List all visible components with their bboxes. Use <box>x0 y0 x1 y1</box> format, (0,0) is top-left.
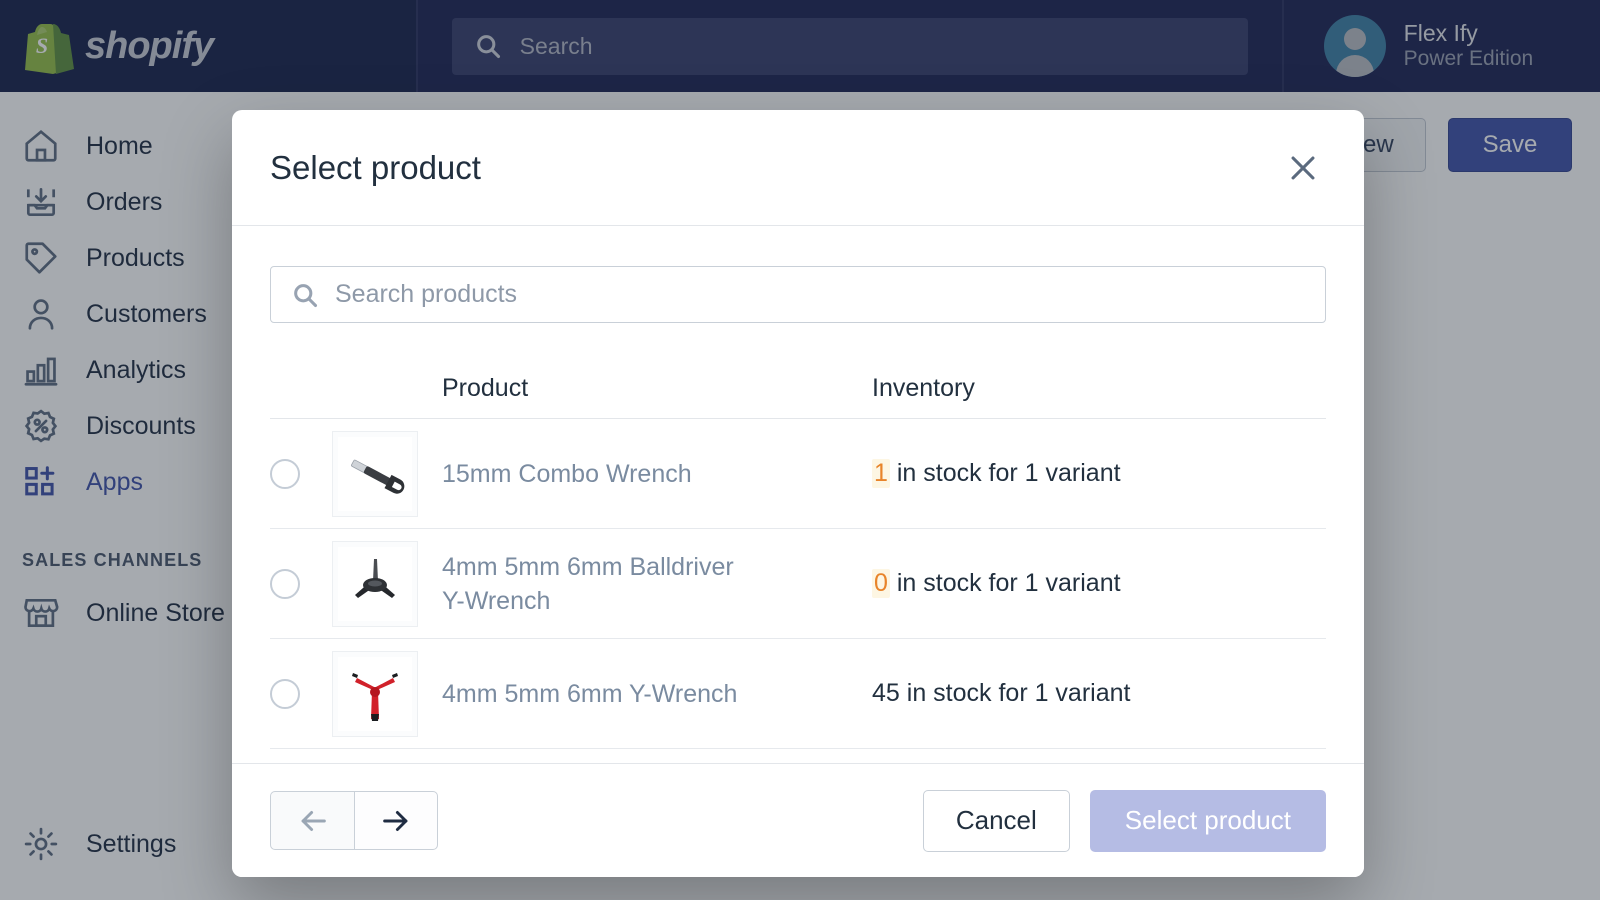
close-button[interactable] <box>1280 145 1326 191</box>
product-thumbnail <box>332 430 418 517</box>
select-product-modal: Select product Search products Product I… <box>232 110 1364 877</box>
inventory-count: 45 <box>872 679 900 707</box>
product-name[interactable]: 15mm Combo Wrench <box>442 457 742 491</box>
product-radio[interactable] <box>270 458 300 489</box>
product-thumbnail <box>332 540 418 627</box>
inventory-count: 0 <box>872 569 890 598</box>
combo-wrench-image <box>338 436 412 511</box>
footer-actions: Cancel Select product <box>922 789 1326 852</box>
inventory-count: 1 <box>872 459 890 488</box>
close-icon <box>1291 156 1315 179</box>
balldriver-y-wrench-image <box>338 546 412 621</box>
search-icon <box>294 283 318 307</box>
pagination <box>270 791 438 850</box>
column-header-product: Product <box>442 374 529 402</box>
row-select-cell <box>270 458 332 489</box>
row-inventory-cell: 45 in stock for 1 variant <box>872 679 1326 708</box>
modal-body: Search products Product Inventory 15mm C… <box>232 226 1364 763</box>
arrow-left-icon <box>301 810 326 831</box>
modal-header: Select product <box>232 110 1364 226</box>
table-row[interactable]: 4mm 5mm 6mm Balldriver Y-Wrench 0 in sto… <box>270 529 1326 639</box>
row-product-cell: 4mm 5mm 6mm Y-Wrench <box>442 677 872 711</box>
previous-page-button[interactable] <box>270 791 354 850</box>
product-search-input[interactable]: Search products <box>270 266 1326 323</box>
row-thumb-cell <box>332 650 442 737</box>
product-name[interactable]: 4mm 5mm 6mm Balldriver Y-Wrench <box>442 550 742 618</box>
row-select-cell <box>270 678 332 709</box>
product-search-placeholder: Search products <box>335 280 518 308</box>
table-row[interactable]: 4mm 5mm 6mm Y-Wrench 45 in stock for 1 v… <box>270 639 1326 749</box>
row-product-cell: 4mm 5mm 6mm Balldriver Y-Wrench <box>442 550 872 618</box>
table-header-row: Product Inventory <box>270 359 1326 419</box>
arrow-right-icon <box>383 810 408 831</box>
product-thumbnail <box>332 650 418 737</box>
row-product-cell: 15mm Combo Wrench <box>442 457 872 491</box>
next-page-button[interactable] <box>354 791 438 850</box>
product-radio[interactable] <box>270 568 300 599</box>
product-name[interactable]: 4mm 5mm 6mm Y-Wrench <box>442 677 742 711</box>
select-product-button[interactable]: Select product <box>1089 789 1326 852</box>
y-wrench-image <box>338 656 412 731</box>
modal-title: Select product <box>270 148 481 186</box>
row-thumb-cell <box>332 430 442 517</box>
row-select-cell <box>270 568 332 599</box>
row-inventory-cell: 0 in stock for 1 variant <box>872 569 1326 598</box>
table-row[interactable]: 15mm Combo Wrench 1 in stock for 1 varia… <box>270 419 1326 529</box>
modal-footer: Cancel Select product <box>232 763 1364 877</box>
product-radio[interactable] <box>270 678 300 709</box>
inventory-text: in stock for 1 variant <box>896 569 1121 597</box>
inventory-text: in stock for 1 variant <box>906 679 1131 707</box>
product-table: Product Inventory 15mm Combo Wrench 1 in… <box>270 359 1326 749</box>
row-thumb-cell <box>332 540 442 627</box>
column-header-inventory: Inventory <box>872 374 975 402</box>
inventory-text: in stock for 1 variant <box>896 459 1121 487</box>
cancel-button[interactable]: Cancel <box>922 789 1070 852</box>
row-inventory-cell: 1 in stock for 1 variant <box>872 459 1326 488</box>
